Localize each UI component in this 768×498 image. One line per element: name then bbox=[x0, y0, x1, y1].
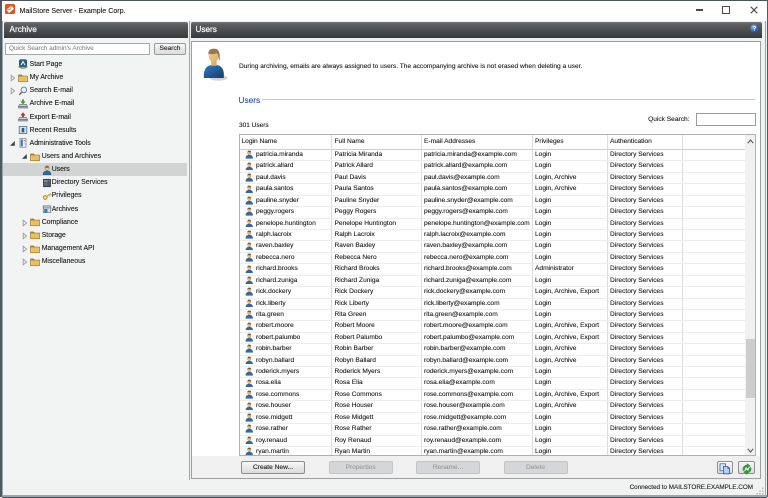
svg-text:?: ? bbox=[753, 26, 757, 33]
